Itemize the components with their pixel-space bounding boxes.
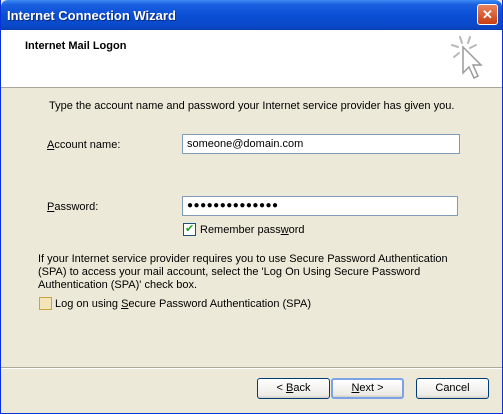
wizard-cursor-icon [451, 36, 483, 80]
remember-password-checkbox[interactable] [183, 222, 196, 236]
spa-checkbox[interactable] [39, 297, 52, 310]
remember-password-label[interactable]: Remember password [200, 224, 305, 236]
cancel-button[interactable]: Cancel [416, 378, 489, 399]
close-icon: ✕ [482, 7, 493, 22]
footer-divider [1, 367, 502, 369]
intro-text: Type the account name and password your … [49, 100, 455, 112]
next-button[interactable]: Next > [331, 378, 404, 399]
wizard-window: Internet Connection Wizard ✕ Internet Ma… [0, 0, 503, 414]
account-name-label: Account name: [47, 139, 121, 151]
page-title: Internet Mail Logon [25, 40, 127, 52]
spa-description: If your Internet service provider requir… [38, 253, 448, 291]
title-bar[interactable]: Internet Connection Wizard ✕ [1, 0, 502, 30]
password-label: Password: [47, 201, 99, 213]
account-name-input[interactable]: someone@domain.com [182, 134, 460, 154]
back-button[interactable]: < Back [257, 378, 330, 399]
password-input[interactable]: ●●●●●●●●●●●●●● [182, 196, 458, 216]
window-title: Internet Connection Wizard [7, 8, 176, 23]
wizard-header: Internet Mail Logon [1, 30, 502, 88]
spa-checkbox-label[interactable]: Log on using Secure Password Authenticat… [55, 298, 311, 310]
close-button[interactable]: ✕ [477, 4, 498, 25]
